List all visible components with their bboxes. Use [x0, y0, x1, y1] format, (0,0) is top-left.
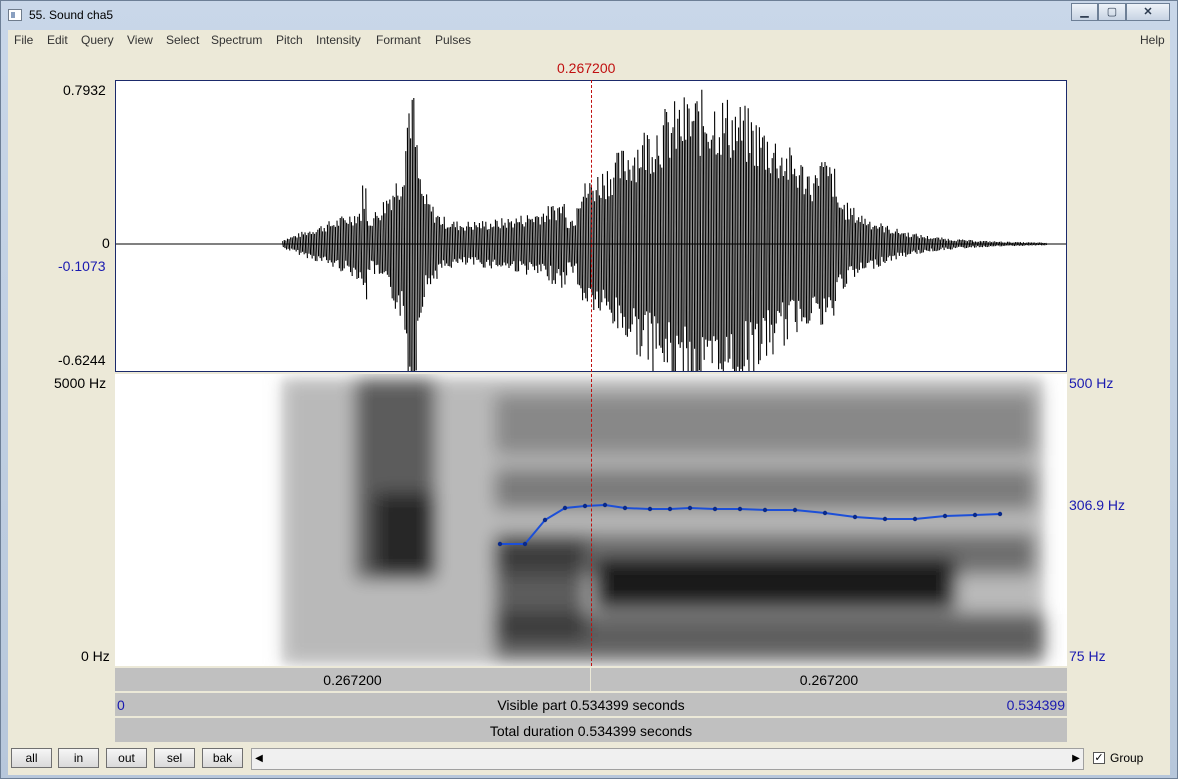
cursor-line — [591, 80, 592, 666]
waveform-max-label: 0.7932 — [63, 82, 106, 98]
pitch-point — [882, 516, 888, 522]
menu-file[interactable]: File — [14, 33, 33, 47]
menu-query[interactable]: Query — [81, 33, 114, 47]
pitch-point — [497, 541, 503, 547]
pitch-point — [737, 506, 743, 512]
visible-part-bar[interactable]: 0 Visible part 0.534399 seconds 0.534399 — [115, 693, 1067, 716]
pitch-point — [667, 506, 673, 512]
pitch-top-label: 500 Hz — [1069, 375, 1114, 391]
pitch-point — [972, 512, 978, 518]
pitch-point — [687, 505, 693, 511]
menu-formant[interactable]: Formant — [376, 33, 421, 47]
menu-spectrum[interactable]: Spectrum — [211, 33, 262, 47]
waveform-cursor-value-label: -0.1073 — [58, 258, 106, 274]
close-button[interactable]: ✕ — [1126, 3, 1170, 21]
menu-pitch[interactable]: Pitch — [276, 33, 303, 47]
visible-part-label: Visible part 0.534399 seconds — [497, 697, 685, 713]
zoom-out-button[interactable]: out — [106, 748, 147, 768]
all-button[interactable]: all — [11, 748, 52, 768]
segment-right-label: 0.267200 — [799, 672, 859, 688]
cursor-time-label: 0.267200 — [557, 60, 616, 76]
menu-intensity[interactable]: Intensity — [316, 33, 361, 47]
menu-view[interactable]: View — [127, 33, 153, 47]
segment-right[interactable]: 0.267200 — [591, 668, 1067, 691]
segment-left[interactable]: 0.267200 — [115, 668, 590, 691]
spectrogram-top-label: 5000 Hz — [54, 375, 107, 391]
pitch-point — [712, 506, 718, 512]
maximize-button[interactable]: ▢ — [1098, 3, 1126, 21]
segment-left-label: 0.267200 — [323, 672, 382, 688]
spectrogram-bottom-label: 0 Hz — [81, 648, 110, 664]
zoom-in-button[interactable]: in — [58, 748, 99, 768]
menu-edit[interactable]: Edit — [47, 33, 68, 47]
scroll-left-arrow-icon[interactable]: ◀ — [252, 748, 266, 770]
pitch-bottom-label: 75 Hz — [1069, 648, 1106, 664]
group-checkbox[interactable]: ✓ — [1093, 752, 1105, 764]
praat-window-icon — [8, 9, 22, 21]
pitch-point — [942, 513, 948, 519]
pitch-point — [852, 514, 858, 520]
window-title: 55. Sound cha5 — [29, 8, 114, 22]
pitch-point — [562, 505, 568, 511]
menu-select[interactable]: Select — [166, 33, 199, 47]
pitch-point — [602, 502, 608, 508]
pitch-point — [542, 517, 548, 523]
scroll-right-arrow-icon[interactable]: ▶ — [1069, 748, 1083, 770]
visible-end-label: 0.534399 — [1006, 697, 1065, 713]
pitch-point — [792, 507, 798, 513]
menu-pulses[interactable]: Pulses — [435, 33, 471, 47]
pitch-point — [822, 510, 828, 516]
total-duration-bar[interactable]: Total duration 0.534399 seconds — [115, 718, 1067, 742]
zoom-selection-button[interactable]: sel — [154, 748, 195, 768]
pitch-point — [997, 511, 1003, 517]
group-label: Group — [1110, 751, 1144, 765]
pitch-value-label: 306.9 Hz — [1069, 497, 1126, 513]
zoom-back-button[interactable]: bak — [202, 748, 243, 768]
waveform-zero-label: 0 — [102, 235, 110, 251]
pitch-point — [622, 505, 628, 511]
pitch-point — [647, 506, 653, 512]
pitch-point — [762, 507, 768, 513]
pitch-point — [582, 503, 588, 509]
time-scrollbar[interactable] — [251, 748, 1084, 770]
total-duration-label: Total duration 0.534399 seconds — [489, 723, 693, 739]
minimize-button[interactable]: ▁ — [1071, 3, 1098, 21]
waveform-min-label: -0.6244 — [58, 352, 106, 368]
menu-help[interactable]: Help — [1140, 33, 1165, 47]
pitch-point — [912, 516, 918, 522]
pitch-point — [522, 541, 528, 547]
checkmark-icon: ✓ — [1094, 752, 1104, 764]
